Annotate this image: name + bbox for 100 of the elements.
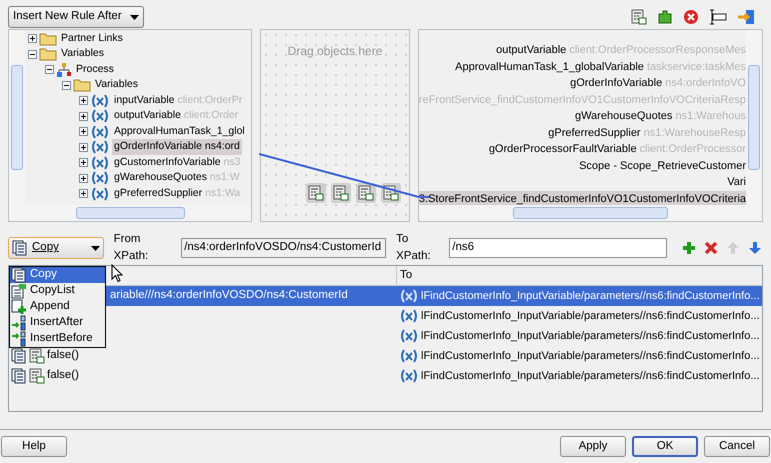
variable-icon bbox=[399, 289, 419, 303]
variable-icon bbox=[90, 186, 110, 201]
folder-icon bbox=[73, 78, 91, 92]
collapse-icon[interactable] bbox=[45, 65, 54, 74]
menu-item[interactable]: CopyList bbox=[10, 283, 105, 299]
tree-item[interactable]: gOrderInfoVariable ns4:orderInfoVO bbox=[418, 75, 746, 92]
scrollbar[interactable] bbox=[9, 205, 252, 221]
function-icon bbox=[308, 185, 324, 201]
variable-icon bbox=[90, 171, 110, 186]
operation-dropdown[interactable]: Copy bbox=[8, 237, 104, 259]
drop-area-placeholder: Drag objects here bbox=[288, 43, 382, 60]
add-icon bbox=[11, 299, 27, 315]
function-icon bbox=[382, 185, 399, 201]
function-button[interactable] bbox=[330, 183, 351, 203]
dialog-button[interactable]: OK bbox=[632, 436, 698, 457]
table-cell-text: lFindCustomerInfo_InputVariable/parameters//ns6:findCustomerInfo... bbox=[421, 368, 760, 384]
text-cursor-icon[interactable] bbox=[709, 9, 727, 25]
dialog-button[interactable]: Apply bbox=[560, 436, 626, 457]
table-cell-text: lFindCustomerInfo_InputVariable/parameters//ns6:findCustomerInfo... bbox=[421, 328, 760, 344]
variable-icon bbox=[90, 124, 110, 139]
expand-icon[interactable] bbox=[79, 127, 88, 136]
menu-item[interactable]: InsertBefore bbox=[10, 331, 105, 347]
table-cell-text: lFindCustomerInfo_InputVariable/parameters//ns6:findCustomerInfo... bbox=[421, 308, 760, 324]
variable-icon bbox=[90, 156, 110, 170]
dialog-button[interactable]: Cancel bbox=[704, 436, 770, 457]
export-icon[interactable] bbox=[737, 9, 755, 25]
rule-dropdown[interactable]: Insert New Rule After bbox=[8, 6, 144, 28]
function-button[interactable] bbox=[306, 183, 326, 203]
tree-item[interactable]: gWarehouseQuotes ns1:Warehous bbox=[418, 108, 746, 124]
function-icon bbox=[358, 185, 374, 201]
tree-item[interactable]: gPreferredSupplier ns1:Wa bbox=[112, 186, 242, 202]
table-cell-text: lFindCustomerInfo_InputVariable/parameters//ns6:findCustomerInfo... bbox=[421, 288, 760, 304]
from-xpath-label: From XPath: bbox=[114, 232, 150, 264]
document-icon bbox=[11, 368, 27, 384]
tree-item[interactable]: Variables bbox=[93, 77, 140, 94]
menu-item[interactable]: InsertAfter bbox=[10, 315, 105, 331]
variable-icon bbox=[90, 109, 110, 124]
column-header[interactable]: To bbox=[397, 266, 762, 285]
function-icon bbox=[631, 9, 647, 25]
table-cell-text: lFindCustomerInfo_InputVariable/parameters//ns6:findCustomerInfo... bbox=[421, 348, 760, 364]
expand-icon[interactable] bbox=[79, 158, 88, 168]
function-button[interactable] bbox=[356, 183, 376, 203]
tree-item[interactable]: Vari bbox=[418, 174, 746, 190]
menu-item[interactable]: Copy bbox=[10, 267, 105, 283]
table-row[interactable]: false() lFindCustomerInfo_InputVariable/parameters//ns6:findCustomerInfo... bbox=[9, 346, 762, 366]
tree-item[interactable]: Scope - Scope_RetrieveCustomer bbox=[418, 158, 746, 174]
tree-item[interactable]: inputVariable client:OrderPr bbox=[112, 92, 244, 109]
caret-icon bbox=[90, 246, 100, 250]
tree-item[interactable]: ApprovalHumanTask_1_globalVariable taskservice:taskMes bbox=[418, 58, 746, 75]
delete-icon[interactable] bbox=[683, 9, 699, 25]
down-arrow-icon[interactable] bbox=[746, 240, 763, 256]
function-button[interactable] bbox=[380, 183, 401, 203]
variable-icon bbox=[399, 309, 419, 323]
tree-item[interactable]: Process bbox=[74, 62, 116, 78]
expand-icon[interactable] bbox=[79, 96, 88, 106]
collapse-icon[interactable] bbox=[28, 50, 37, 59]
puzzle-icon[interactable] bbox=[657, 9, 673, 25]
folder-icon bbox=[39, 47, 57, 62]
to-xpath-label: To XPath: bbox=[396, 232, 432, 264]
document-icon bbox=[12, 240, 28, 256]
table-cell-text: false() bbox=[47, 348, 79, 364]
table-cell-text: ariable///ns4:orderInfoVOSDO/ns4:CustomerId bbox=[110, 288, 348, 304]
tree-item[interactable]: gCustomerInfoVariable ns3 bbox=[112, 154, 242, 171]
from-xpath-field[interactable]: /ns4:orderInfoVOSDO/ns4:CustomerId bbox=[181, 238, 386, 258]
tree-item[interactable]: gOrderProcessorFaultVariable client:OrderProcessor bbox=[418, 141, 746, 158]
list-icon bbox=[11, 283, 27, 299]
variable-icon bbox=[90, 140, 110, 154]
mouse-pointer-icon bbox=[111, 264, 124, 283]
tree-item[interactable]: Partner Links bbox=[59, 30, 125, 47]
scrollbar[interactable] bbox=[418, 205, 762, 221]
tree-item[interactable]: Variables bbox=[59, 46, 106, 62]
tree-item[interactable]: ApprovalHumanTask_1_glol bbox=[112, 124, 247, 140]
document-icon bbox=[11, 267, 27, 283]
tree-item[interactable]: 3:StoreFrontService_findCustomerInfoVO1CustomerInfoVOCriteria bbox=[418, 190, 746, 205]
caret-icon bbox=[130, 14, 139, 20]
folder-icon bbox=[39, 32, 57, 46]
scrollbar[interactable] bbox=[746, 30, 762, 205]
dialog-button[interactable]: Help bbox=[1, 436, 67, 457]
function-icon bbox=[29, 368, 45, 384]
expand-icon[interactable] bbox=[79, 112, 88, 121]
variable-icon bbox=[90, 94, 110, 108]
tree-item[interactable]: gWarehouseQuotes ns1:W bbox=[112, 170, 242, 186]
variable-icon bbox=[399, 329, 419, 343]
function-icon bbox=[332, 185, 349, 201]
expand-icon[interactable] bbox=[79, 142, 88, 152]
insert-icon bbox=[11, 331, 27, 347]
expand-icon[interactable] bbox=[79, 174, 88, 183]
tree-item[interactable]: gOrderInfoVariable ns4:ord bbox=[112, 139, 242, 156]
tree-item[interactable]: outputVariable client:OrderProcessorResponseMes bbox=[418, 42, 746, 58]
expand-icon[interactable] bbox=[79, 189, 88, 198]
tree-item[interactable]: gPreferredSupplier ns1:WarehouseResp bbox=[418, 124, 746, 141]
to-xpath-field[interactable]: /ns6 bbox=[449, 238, 667, 258]
tree-item[interactable]: outputVariable client:Order bbox=[112, 108, 240, 124]
variable-icon bbox=[399, 369, 419, 383]
table-row[interactable]: false() lFindCustomerInfo_InputVariable/parameters//ns6:findCustomerInfo... bbox=[9, 366, 762, 386]
delete-icon[interactable] bbox=[702, 240, 719, 256]
scrollbar[interactable] bbox=[9, 30, 25, 205]
expand-icon[interactable] bbox=[28, 34, 37, 44]
add-icon[interactable] bbox=[680, 240, 697, 256]
collapse-icon[interactable] bbox=[62, 80, 71, 90]
